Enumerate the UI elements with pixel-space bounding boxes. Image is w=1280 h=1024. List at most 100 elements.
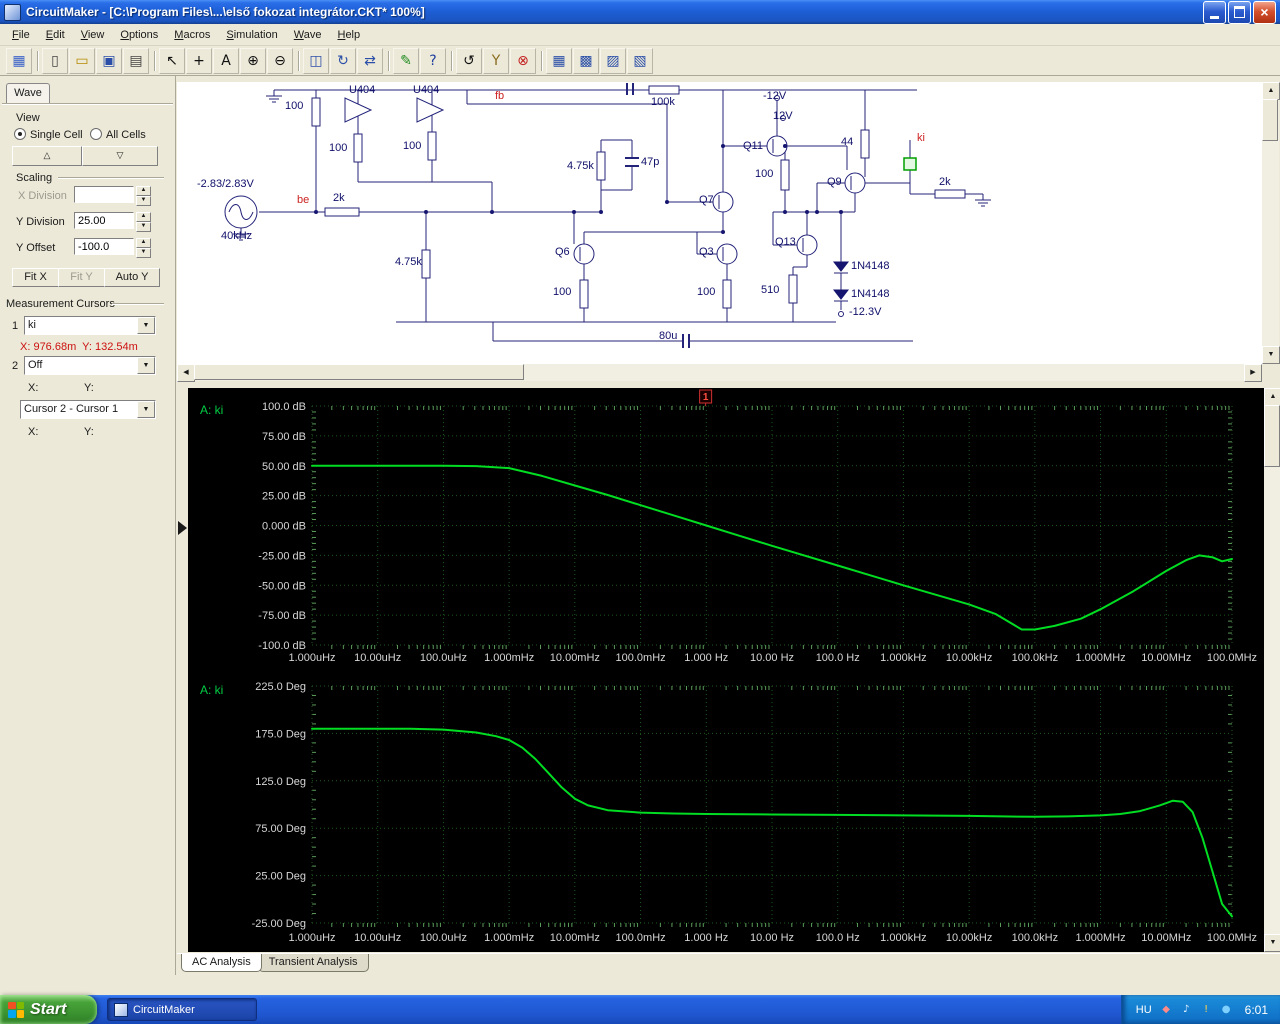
- mirror-icon[interactable]: ⇄: [357, 47, 383, 74]
- find-part-icon[interactable]: ◫: [303, 47, 329, 74]
- scroll-up-icon[interactable]: ▲: [1264, 388, 1280, 406]
- y-offset-input[interactable]: [74, 238, 134, 255]
- volume-icon[interactable]: ♪: [1179, 1002, 1194, 1017]
- scroll-thumb[interactable]: [1264, 405, 1280, 467]
- pan-down-button[interactable]: ▽: [82, 146, 158, 166]
- parts-browser-icon[interactable]: ▦: [6, 47, 32, 74]
- close-button[interactable]: ×: [1253, 0, 1276, 24]
- save-icon[interactable]: ▣: [96, 47, 122, 74]
- menu-item[interactable]: Macros: [166, 26, 218, 44]
- pan-up-button[interactable]: △: [12, 146, 82, 166]
- schematic-label: 100: [285, 100, 304, 112]
- stop-icon[interactable]: ⊗: [510, 47, 536, 74]
- waveform-window-icon[interactable]: ▩: [573, 47, 599, 74]
- open-file-icon[interactable]: ▭: [69, 47, 95, 74]
- wave-tab[interactable]: Wave: [6, 83, 50, 104]
- separator: [388, 50, 389, 71]
- svg-text:1.000 Hz: 1.000 Hz: [684, 652, 728, 664]
- analysis-tab[interactable]: AC Analysis: [181, 954, 262, 972]
- fit-y-button[interactable]: Fit Y: [58, 268, 105, 287]
- probe-icon[interactable]: Y: [483, 47, 509, 74]
- cursor2-value: Off: [28, 359, 43, 371]
- cursor1-select[interactable]: ki ▼: [24, 316, 156, 335]
- text-tool-icon[interactable]: A: [213, 47, 239, 74]
- start-button[interactable]: Start: [0, 995, 97, 1024]
- dropdown-arrow-icon[interactable]: ▼: [137, 317, 155, 334]
- spinner-up-icon[interactable]: ▲: [136, 238, 151, 248]
- taskbar: Start CircuitMaker HU ◆ ♪! ● 6:01: [0, 995, 1280, 1024]
- minimize-button[interactable]: [1203, 0, 1226, 24]
- messenger-icon[interactable]: ●: [1219, 1002, 1234, 1017]
- scroll-down-icon[interactable]: ▼: [1264, 934, 1280, 952]
- scroll-left-icon[interactable]: ◀: [177, 364, 195, 382]
- schematic-hscrollbar[interactable]: ◀ ▶: [177, 364, 1262, 382]
- spinner-down-icon[interactable]: ▼: [136, 222, 151, 232]
- wire-tool-icon[interactable]: +: [186, 47, 212, 74]
- menu-item[interactable]: Edit: [38, 26, 73, 44]
- print-icon[interactable]: ▤: [123, 47, 149, 74]
- svg-text:1.000kHz: 1.000kHz: [880, 932, 926, 944]
- zoom-tool-icon[interactable]: ⊖: [267, 47, 293, 74]
- new-file-icon[interactable]: ▯: [42, 47, 68, 74]
- antivirus-icon[interactable]: ◆: [1159, 1002, 1174, 1017]
- digital-grid-icon[interactable]: ▦: [546, 47, 572, 74]
- alert-icon[interactable]: !: [1199, 1002, 1214, 1017]
- spinner-down-icon[interactable]: ▼: [136, 248, 151, 258]
- menu-item[interactable]: Simulation: [218, 26, 285, 44]
- separator: [541, 50, 542, 71]
- help-icon[interactable]: ?: [420, 47, 446, 74]
- restore-button[interactable]: [1228, 0, 1251, 24]
- splitter-handle[interactable]: [178, 521, 187, 535]
- menu-item[interactable]: Wave: [286, 26, 330, 44]
- y-offset-spinner[interactable]: ▲ ▼: [136, 238, 151, 258]
- scroll-right-icon[interactable]: ▶: [1244, 364, 1262, 382]
- logic-analyzer-icon[interactable]: ▨: [600, 47, 626, 74]
- svg-text:1.000 Hz: 1.000 Hz: [684, 932, 728, 944]
- menu-item[interactable]: View: [73, 26, 113, 44]
- zoom-probe-icon[interactable]: ⊕: [240, 47, 266, 74]
- svg-text:10.00mHz: 10.00mHz: [550, 932, 600, 944]
- svg-text:10.00MHz: 10.00MHz: [1141, 932, 1191, 944]
- svg-text:175.0 Deg: 175.0 Deg: [255, 728, 306, 740]
- scroll-up-icon[interactable]: ▲: [1262, 82, 1280, 100]
- schematic-vscrollbar[interactable]: ▲ ▼: [1262, 82, 1280, 364]
- dropdown-arrow-icon[interactable]: ▼: [137, 401, 155, 418]
- y-division-label: Y Division: [16, 216, 65, 228]
- language-indicator[interactable]: HU: [1136, 1004, 1152, 1016]
- taskbar-task-circuitmaker[interactable]: CircuitMaker: [107, 998, 257, 1021]
- cursor-diff-select[interactable]: Cursor 2 - Cursor 1 ▼: [20, 400, 156, 419]
- menu-item[interactable]: Help: [329, 26, 368, 44]
- auto-y-button[interactable]: Auto Y: [104, 268, 160, 287]
- svg-text:100.0kHz: 100.0kHz: [1012, 932, 1058, 944]
- waveform-area[interactable]: 100.0 dB 75.00 dB 50.00 dB 25.00 dB 0.000 dB…: [188, 388, 1264, 952]
- arrow-tool-icon[interactable]: ↖: [159, 47, 185, 74]
- fit-x-button[interactable]: Fit X: [12, 268, 59, 287]
- scroll-down-icon[interactable]: ▼: [1262, 346, 1280, 364]
- waveform-vscrollbar[interactable]: ▲ ▼: [1264, 388, 1280, 952]
- spinner-down-icon[interactable]: ▼: [136, 196, 151, 206]
- cursor2-select[interactable]: Off ▼: [24, 356, 156, 375]
- single-cell-radio[interactable]: Single Cell: [14, 128, 83, 141]
- analysis-tab[interactable]: Transient Analysis: [257, 954, 369, 972]
- svg-text:100.0 Hz: 100.0 Hz: [816, 652, 860, 664]
- reset-icon[interactable]: ↺: [456, 47, 482, 74]
- y-division-spinner[interactable]: ▲ ▼: [136, 212, 151, 232]
- scroll-thumb[interactable]: [1262, 99, 1278, 141]
- scroll-thumb[interactable]: [194, 364, 524, 380]
- svg-text:100.0 dB: 100.0 dB: [262, 401, 306, 413]
- y-division-input[interactable]: [74, 212, 134, 229]
- dropdown-arrow-icon[interactable]: ▼: [137, 357, 155, 374]
- all-cells-label: All Cells: [106, 129, 146, 141]
- cursor2-y-label: Y:: [84, 382, 94, 394]
- spinner-up-icon[interactable]: ▲: [136, 212, 151, 222]
- edit-tool-icon[interactable]: ✎: [393, 47, 419, 74]
- bode-plots[interactable]: 100.0 dB 75.00 dB 50.00 dB 25.00 dB 0.000 dB…: [188, 388, 1264, 952]
- schematic-canvas[interactable]: 100 U404 U404 fb 100k -12V 12V Q11 44 ki 100 100 4.7…: [177, 82, 1262, 364]
- all-cells-radio[interactable]: All Cells: [90, 128, 146, 141]
- spinner-up-icon[interactable]: ▲: [136, 186, 151, 196]
- menu-item[interactable]: File: [4, 26, 38, 44]
- rotate-icon[interactable]: ↻: [330, 47, 356, 74]
- x-division-spinner[interactable]: ▲ ▼: [136, 186, 151, 206]
- oscilloscope-icon[interactable]: ▧: [627, 47, 653, 74]
- menu-item[interactable]: Options: [112, 26, 166, 44]
